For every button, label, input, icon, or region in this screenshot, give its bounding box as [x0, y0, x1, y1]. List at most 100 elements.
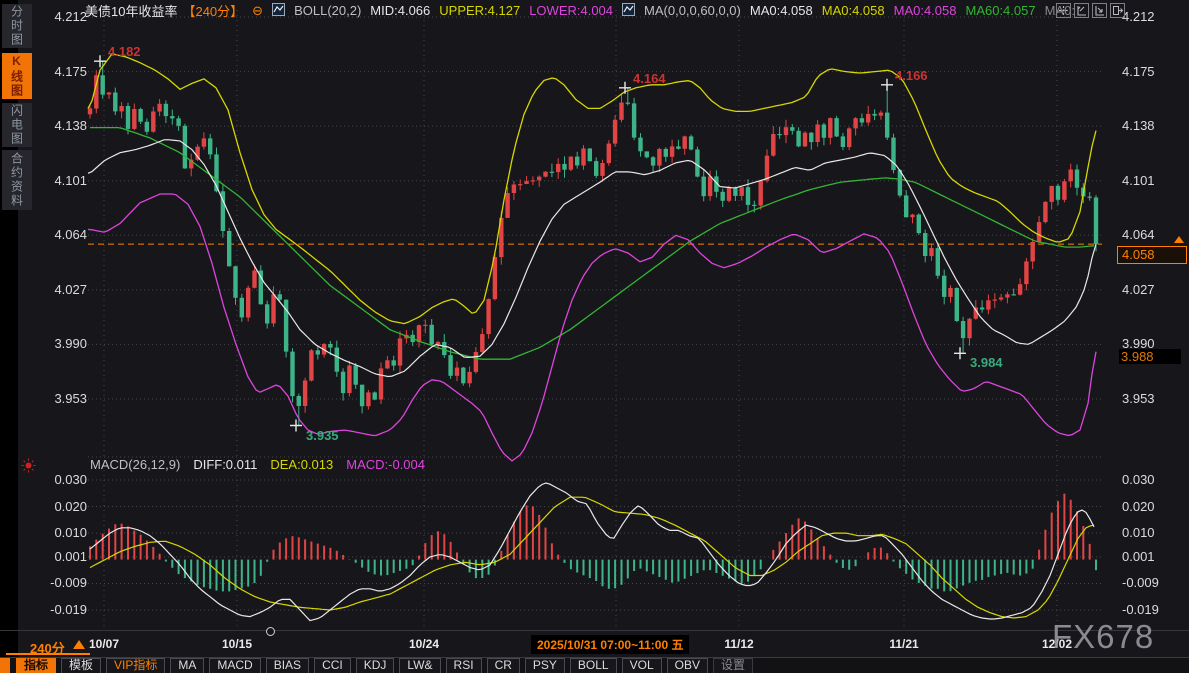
price-macd-chart[interactable] [0, 0, 1189, 673]
price-tick-left: 3.953 [40, 392, 87, 406]
toolbar-item-psy[interactable]: PSY [525, 658, 565, 673]
candle-body [936, 248, 940, 276]
candle-body [366, 392, 370, 406]
crosshair-tool-icon[interactable] [1056, 3, 1071, 18]
candle-body [689, 136, 693, 149]
candle-body [442, 342, 446, 355]
candle-body [1005, 294, 1009, 297]
candle-body [815, 125, 819, 143]
toolbar-item-vip-indicator[interactable]: VIP指标 [106, 658, 165, 673]
candle-body [841, 136, 845, 147]
toolbar-item-boll[interactable]: BOLL [570, 658, 617, 673]
xaxis-divider [0, 630, 1189, 631]
candle-body [170, 116, 174, 118]
detach-window-icon[interactable] [1110, 3, 1125, 18]
candle-body [101, 75, 105, 94]
macd-tick-right: 0.001 [1122, 550, 1155, 564]
panel-resize-handle[interactable] [266, 627, 275, 636]
current-price-badge: 4.058 [1117, 246, 1187, 264]
toolbar-item-bias[interactable]: BIAS [266, 658, 309, 673]
price-tick-right: 4.101 [1122, 174, 1155, 188]
candle-body [417, 325, 421, 342]
macd-tick-left: 0.001 [40, 550, 87, 564]
candle-body [803, 133, 807, 147]
candle-body [474, 352, 478, 372]
period-label[interactable]: 【240分】 [182, 1, 243, 20]
price-tick-right: 4.175 [1122, 65, 1155, 79]
candle-body [138, 109, 142, 122]
candle-body [157, 104, 161, 112]
price-tick-left: 4.101 [40, 174, 87, 188]
candle-body [790, 127, 794, 131]
axis-scale-left-icon[interactable] [1074, 3, 1089, 18]
toolbar-item-cr[interactable]: CR [487, 658, 520, 673]
candle-body [607, 144, 611, 164]
axis-scale-right-icon[interactable] [1092, 3, 1107, 18]
toolbar-item-ma[interactable]: MA [170, 658, 204, 673]
candle-body [126, 106, 130, 129]
candle-body [581, 149, 585, 166]
price-tick-left: 4.027 [40, 283, 87, 297]
candle-body [866, 114, 870, 123]
price-tick-right: 4.064 [1122, 228, 1155, 242]
price-tick-left: 4.138 [40, 119, 87, 133]
price-tick-right: 4.027 [1122, 283, 1155, 297]
candle-body [119, 106, 123, 111]
candle-body [1088, 197, 1092, 198]
boll-name[interactable]: BOLL(20,2) [294, 3, 361, 18]
candle-body [891, 138, 895, 171]
candle-body [600, 163, 604, 176]
toolbar-item-cci[interactable]: CCI [314, 658, 351, 673]
indicator-alert-icon[interactable] [21, 458, 36, 478]
sidebar-tab-flash[interactable]: 闪电图 [2, 103, 32, 147]
macd-name[interactable]: MACD(26,12,9) [90, 457, 180, 472]
toolbar-item-template[interactable]: 模板 [61, 658, 101, 673]
candle-body [505, 193, 509, 218]
ma-name[interactable]: MA(0,0,0,60,0,0) [644, 3, 741, 18]
candle-body [436, 342, 440, 344]
candle-body [980, 308, 984, 310]
macd-tick-right: -0.019 [1122, 603, 1159, 617]
toolbar-item-obv[interactable]: OBV [667, 658, 708, 673]
sidebar-tab-contract-info[interactable]: 合约资料 [2, 150, 32, 210]
toolbar-item-indicator[interactable]: 指标 [16, 658, 56, 673]
candle-body [145, 122, 149, 132]
candle-body [328, 344, 332, 348]
high-price-annotation: 4.166 [895, 68, 928, 83]
candle-body [347, 366, 351, 394]
sidebar-tab-kline[interactable]: K线图 [2, 53, 32, 99]
candle-body [1043, 202, 1047, 222]
sidebar-tab-time-share[interactable]: 分时图 [2, 4, 32, 48]
toolbar-item-lwr[interactable]: LW& [399, 658, 440, 673]
candle-body [537, 177, 541, 181]
candle-body [885, 113, 889, 138]
trading-chart-app: 分时图 K线图 闪电图 合约资料 美债10年收益率 【240分】 ⊖ BOLL(… [0, 0, 1189, 673]
candle-body [562, 164, 566, 170]
price-tick-right: 4.212 [1122, 10, 1155, 24]
collapse-icon[interactable]: ⊖ [252, 3, 263, 19]
candle-body [771, 134, 775, 156]
candle-body [1024, 261, 1028, 284]
ma-indicator-icon [622, 3, 635, 19]
candle-body [341, 372, 345, 393]
candle-body [993, 300, 997, 301]
macd-tick-left: 0.020 [40, 500, 87, 514]
macd-diff-value: DIFF:0.011 [193, 457, 257, 472]
toolbar-item-kdj[interactable]: KDJ [356, 658, 395, 673]
candle-body [733, 188, 737, 196]
candle-body [430, 325, 434, 345]
toolbar-accent-block [0, 658, 10, 673]
candle-body [948, 288, 952, 297]
candle-body [986, 300, 990, 309]
toolbar-item-vol[interactable]: VOL [622, 658, 662, 673]
price-tick-left: 3.990 [40, 337, 87, 351]
toolbar-item-macd[interactable]: MACD [209, 658, 260, 673]
candle-body [176, 118, 180, 125]
toolbar-item-rsi[interactable]: RSI [446, 658, 482, 673]
price-tick-right: 4.138 [1122, 119, 1155, 133]
toolbar-item-settings[interactable]: 设置 [713, 658, 753, 673]
candle-body [151, 112, 155, 132]
period-dropdown-icon[interactable] [73, 640, 85, 649]
low-price-annotation: 3.984 [970, 355, 1003, 370]
candle-body [594, 161, 598, 176]
